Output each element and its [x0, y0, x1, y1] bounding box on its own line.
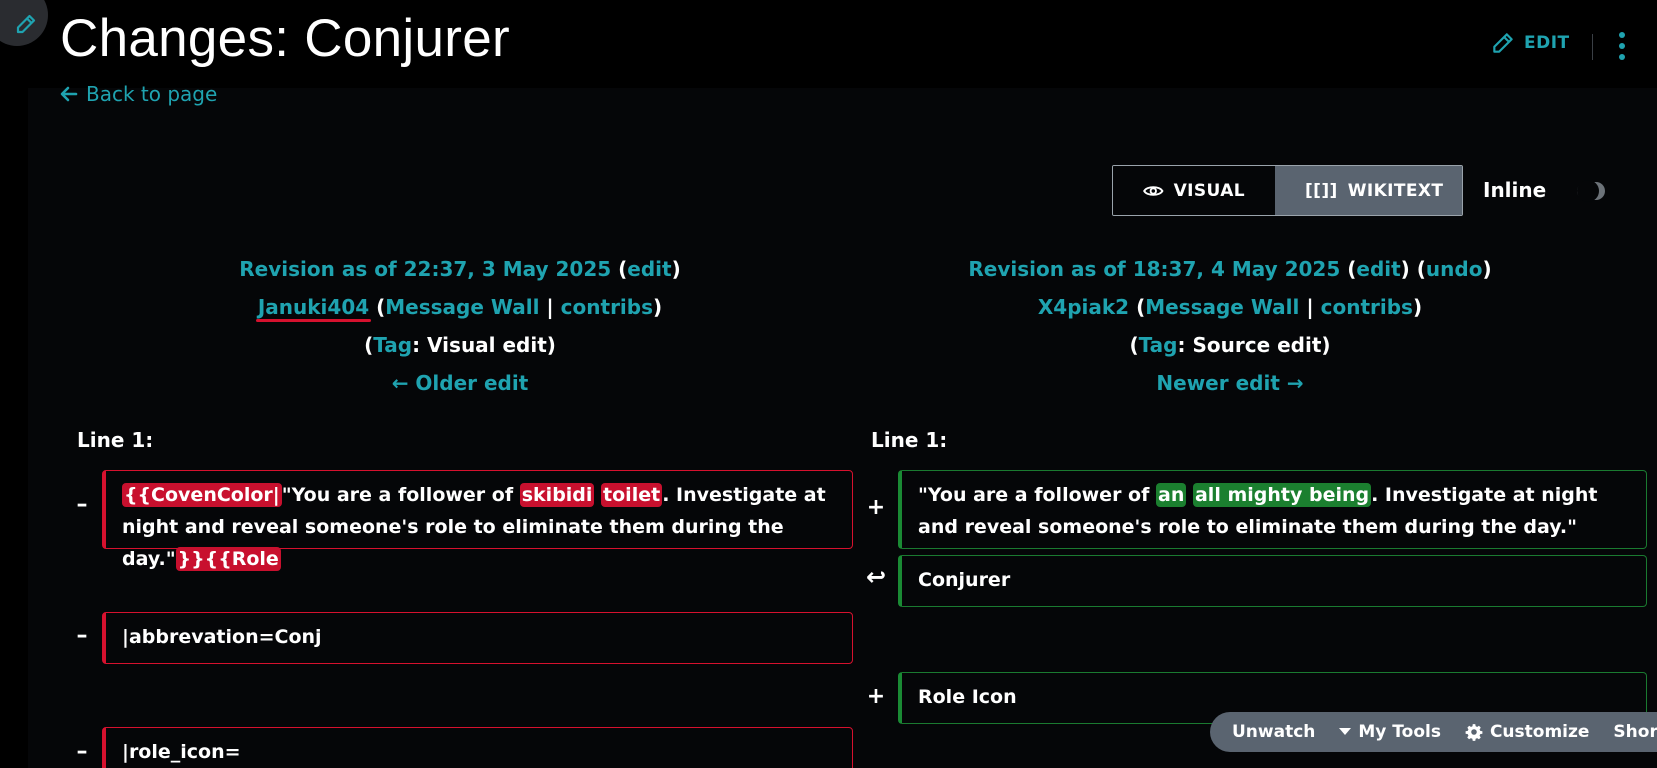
context-text: "You are a follower of [281, 484, 520, 506]
deleted-text-highlight: skibidi [519, 483, 595, 507]
header-divider [1592, 34, 1593, 60]
shortcuts-label: Shortcuts [1613, 722, 1657, 742]
right-undo-link[interactable]: undo [1426, 257, 1483, 281]
older-edit-link[interactable]: ← Older edit [392, 371, 529, 395]
addition-marker: + [866, 684, 886, 709]
deletion-marker: – [76, 623, 88, 648]
deleted-line-block: |abbrevation=Conj [102, 612, 853, 664]
added-line-block: Conjurer [898, 555, 1647, 607]
right-user-link[interactable]: X4piak2 [1038, 295, 1129, 319]
left-user-link[interactable]: Januki404 [258, 295, 369, 319]
edit-label: EDIT [1524, 33, 1570, 53]
deleted-line-block: {{CovenColor| "You are a follower of skib… [102, 470, 853, 571]
page-title: Changes: Conjurer [60, 9, 510, 68]
pencil-icon [1493, 33, 1513, 53]
deleted-text-highlight: toilet [601, 483, 663, 507]
inline-toggle-knob [1577, 180, 1599, 202]
inline-toggle[interactable] [1577, 180, 1605, 202]
right-tag-link[interactable]: Tag [1139, 333, 1178, 357]
right-tag-value: : Source edit) [1177, 333, 1331, 357]
right-revision-info: Revision as of 18:37, 4 May 2025 (edit) … [968, 257, 1492, 395]
deleted-text-highlight: }}{{Role [175, 547, 281, 571]
deleted-text-highlight: {{CovenColor| [122, 483, 282, 507]
newer-edit-link[interactable]: Newer edit → [1156, 371, 1303, 395]
page: Changes: Conjurer Back to page EDIT VISU… [0, 0, 1657, 768]
inline-label: Inline [1483, 178, 1547, 202]
edit-button[interactable]: EDIT [1490, 30, 1570, 56]
view-mode-switch: VISUAL [[]] WIKITEXT [1112, 165, 1463, 216]
deletion-marker: – [76, 492, 88, 517]
left-tag-link[interactable]: Tag [373, 333, 412, 357]
wikitext-mode-label: WIKITEXT [1347, 180, 1444, 201]
added-line-text: Role Icon [918, 686, 1017, 708]
right-contribs-link[interactable]: contribs [1321, 295, 1413, 319]
unwatch-button[interactable]: Unwatch [1210, 712, 1327, 752]
back-to-page-link[interactable]: Back to page [60, 82, 217, 106]
visual-mode-button[interactable]: VISUAL [1113, 166, 1275, 215]
more-options-icon[interactable] [1618, 32, 1626, 60]
shortcuts-button[interactable]: Shortcuts [1601, 712, 1657, 752]
left-rail [0, 0, 28, 768]
deleted-line-text: |role_icon= [122, 741, 241, 763]
brackets-icon: [[]] [1305, 180, 1338, 201]
my-tools-label: My Tools [1358, 722, 1441, 742]
unwatch-label: Unwatch [1232, 722, 1316, 742]
visual-mode-label: VISUAL [1173, 180, 1245, 201]
context-text [1186, 484, 1193, 506]
deleted-line-block: |role_icon= [102, 727, 853, 768]
gear-icon [1465, 724, 1483, 741]
added-text-highlight: an [1156, 483, 1187, 507]
left-edit-link[interactable]: edit [627, 257, 671, 281]
customize-button[interactable]: Customize [1453, 712, 1601, 752]
eye-icon [1143, 185, 1164, 196]
pencil-icon [16, 14, 36, 34]
my-tools-button[interactable]: My Tools [1327, 712, 1453, 752]
added-line-block: "You are a follower of an all mighty bei… [898, 470, 1647, 549]
left-revision-link[interactable]: Revision as of 22:37, 3 May 2025 [239, 257, 611, 281]
global-toolbar: Unwatch My Tools Customize Shortcuts [1210, 712, 1657, 752]
left-tag-value: : Visual edit) [412, 333, 556, 357]
deletion-marker: – [76, 739, 88, 764]
caret-down-icon [1339, 728, 1352, 735]
arrow-left-icon [60, 86, 78, 102]
addition-marker: + [866, 495, 886, 520]
wikitext-mode-button[interactable]: [[]] WIKITEXT [1275, 166, 1462, 215]
left-line-number: Line 1: [77, 428, 154, 452]
added-line-text: Conjurer [918, 569, 1011, 591]
added-text-highlight: all mighty being [1192, 483, 1372, 507]
left-message-wall-link[interactable]: Message Wall [385, 295, 539, 319]
right-line-number: Line 1: [871, 428, 948, 452]
back-to-page-label: Back to page [86, 82, 218, 106]
left-revision-info: Revision as of 22:37, 3 May 2025 (edit) … [239, 257, 681, 395]
customize-label: Customize [1489, 722, 1590, 742]
deleted-line-text: |abbrevation=Conj [122, 626, 322, 648]
right-revision-link[interactable]: Revision as of 18:37, 4 May 2025 [968, 257, 1340, 281]
right-edit-link[interactable]: edit [1356, 257, 1400, 281]
moved-line-icon[interactable]: ↩ [864, 563, 888, 591]
left-contribs-link[interactable]: contribs [561, 295, 653, 319]
context-text: "You are a follower of [918, 484, 1156, 506]
right-message-wall-link[interactable]: Message Wall [1145, 295, 1299, 319]
